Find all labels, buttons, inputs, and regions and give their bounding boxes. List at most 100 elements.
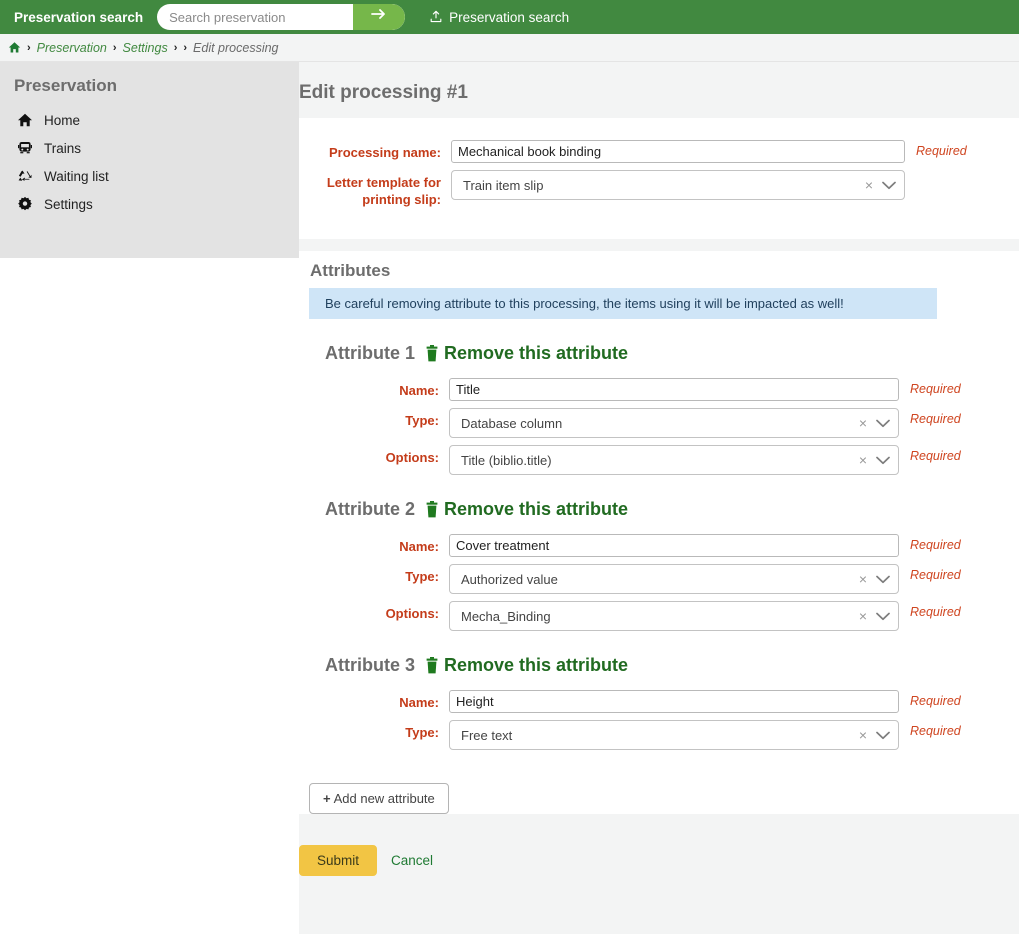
attribute-name-input[interactable] <box>449 378 899 401</box>
plus-icon: + <box>323 791 331 806</box>
attribute-heading: Attribute 2 Remove this attribute <box>325 499 1019 520</box>
required-hint: Required <box>910 690 961 708</box>
attribute-heading: Attribute 1 Remove this attribute <box>325 343 1019 364</box>
submit-button[interactable]: Submit <box>299 845 377 876</box>
field-row-attribute-options: Options: Mecha_Binding × Required <box>299 601 1019 631</box>
attribute-type-label: Type: <box>299 408 439 429</box>
remove-attribute-label: Remove this attribute <box>444 343 628 364</box>
clear-icon[interactable]: × <box>859 728 867 742</box>
attribute-type-label: Type: <box>299 720 439 741</box>
gear-icon <box>17 196 33 212</box>
remove-attribute-button[interactable]: Remove this attribute <box>425 499 628 520</box>
letter-template-select[interactable]: Train item slip × <box>451 170 905 200</box>
cancel-link[interactable]: Cancel <box>391 853 433 868</box>
required-hint: Required <box>910 534 961 552</box>
attribute-heading: Attribute 3 Remove this attribute <box>325 655 1019 676</box>
sidebar-item-label: Waiting list <box>44 169 109 184</box>
chevron-down-icon[interactable] <box>876 731 890 740</box>
field-row-letter-template: Letter template for printing slip: Train… <box>299 170 1019 208</box>
attribute-options-select[interactable]: Mecha_Binding × <box>449 601 899 631</box>
clear-icon[interactable]: × <box>859 453 867 467</box>
attribute-type-value: Free text <box>461 728 859 743</box>
clear-icon[interactable]: × <box>865 178 873 192</box>
remove-attribute-button[interactable]: Remove this attribute <box>425 655 628 676</box>
sidebar: Preservation Home Trains <box>0 62 299 258</box>
attribute-heading-label: Attribute 3 <box>325 655 415 676</box>
train-icon <box>17 140 33 156</box>
letter-template-value: Train item slip <box>463 178 865 193</box>
chevron-down-icon[interactable] <box>876 419 890 428</box>
field-row-attribute-options: Options: Title (biblio.title) × Required <box>299 445 1019 475</box>
attribute-options-label: Options: <box>299 601 439 622</box>
upload-icon <box>429 10 443 24</box>
attribute-heading-label: Attribute 1 <box>325 343 415 364</box>
attribute-options-value: Title (biblio.title) <box>461 453 859 468</box>
attribute-type-select[interactable]: Free text × <box>449 720 899 750</box>
field-row-attribute-name: Name: Required <box>299 378 1019 401</box>
attribute-name-label: Name: <box>299 378 439 399</box>
processing-name-input[interactable] <box>451 140 905 163</box>
sidebar-item-label: Trains <box>44 141 81 156</box>
required-hint: Required <box>910 378 961 396</box>
attribute-type-value: Authorized value <box>461 572 859 587</box>
attribute-name-input[interactable] <box>449 534 899 557</box>
chevron-down-icon[interactable] <box>882 181 896 190</box>
attribute-type-select[interactable]: Database column × <box>449 408 899 438</box>
field-row-attribute-type: Type: Authorized value × Required <box>299 564 1019 594</box>
breadcrumb-item-settings[interactable]: Settings <box>123 41 168 55</box>
sidebar-item-trains[interactable]: Trains <box>0 134 299 162</box>
panel-divider <box>299 239 1019 251</box>
home-icon[interactable] <box>8 41 21 54</box>
chevron-down-icon[interactable] <box>876 456 890 465</box>
chevron-down-icon[interactable] <box>876 575 890 584</box>
remove-attribute-label: Remove this attribute <box>444 655 628 676</box>
letter-template-label: Letter template for printing slip: <box>299 170 441 208</box>
search-submit-button[interactable] <box>353 4 405 30</box>
attribute-name-label: Name: <box>299 534 439 555</box>
breadcrumb-separator-2: › <box>113 42 117 54</box>
sidebar-item-settings[interactable]: Settings <box>0 190 299 218</box>
sidebar-title: Preservation <box>14 76 299 96</box>
attributes-section-title: Attributes <box>310 261 1019 281</box>
attribute-name-label: Name: <box>299 690 439 711</box>
attribute-type-value: Database column <box>461 416 859 431</box>
attributes-panel: Attributes Be careful removing attribute… <box>299 251 1019 814</box>
search-box[interactable] <box>157 4 405 30</box>
home-icon <box>17 112 33 128</box>
add-new-attribute-button[interactable]: +Add new attribute <box>309 783 449 814</box>
preservation-search-link-label: Preservation search <box>449 10 569 25</box>
field-row-attribute-type: Type: Free text × Required <box>299 720 1019 750</box>
attributes-warning-alert: Be careful removing attribute to this pr… <box>309 288 937 319</box>
attribute-options-value: Mecha_Binding <box>461 609 859 624</box>
required-hint: Required <box>910 720 961 738</box>
required-hint: Required <box>910 408 961 426</box>
trash-icon <box>425 345 439 362</box>
attribute-type-label: Type: <box>299 564 439 585</box>
breadcrumb-separator-1: › <box>27 42 31 54</box>
required-hint: Required <box>910 601 961 619</box>
remove-attribute-button[interactable]: Remove this attribute <box>425 343 628 364</box>
field-row-attribute-name: Name: Required <box>299 690 1019 713</box>
clear-icon[interactable]: × <box>859 416 867 430</box>
field-row-attribute-type: Type: Database column × Required <box>299 408 1019 438</box>
breadcrumb: › Preservation › Settings › › Edit proce… <box>0 34 1019 62</box>
remove-attribute-label: Remove this attribute <box>444 499 628 520</box>
attribute-type-select[interactable]: Authorized value × <box>449 564 899 594</box>
top-navigation-bar: Preservation search Preservation search <box>0 0 1019 34</box>
search-input[interactable] <box>157 5 353 29</box>
attribute-name-input[interactable] <box>449 690 899 713</box>
chevron-down-icon[interactable] <box>876 612 890 621</box>
clear-icon[interactable]: × <box>859 609 867 623</box>
brand-label: Preservation search <box>8 10 157 25</box>
attribute-options-select[interactable]: Title (biblio.title) × <box>449 445 899 475</box>
sidebar-item-label: Home <box>44 113 80 128</box>
sidebar-item-home[interactable]: Home <box>0 106 299 134</box>
field-row-attribute-name: Name: Required <box>299 534 1019 557</box>
preservation-search-link[interactable]: Preservation search <box>429 10 569 25</box>
sidebar-item-waiting-list[interactable]: Waiting list <box>0 162 299 190</box>
clear-icon[interactable]: × <box>859 572 867 586</box>
attribute-options-label: Options: <box>299 445 439 466</box>
breadcrumb-item-current: Edit processing <box>193 41 278 55</box>
breadcrumb-item-preservation[interactable]: Preservation <box>37 41 107 55</box>
arrow-right-icon <box>371 7 387 21</box>
